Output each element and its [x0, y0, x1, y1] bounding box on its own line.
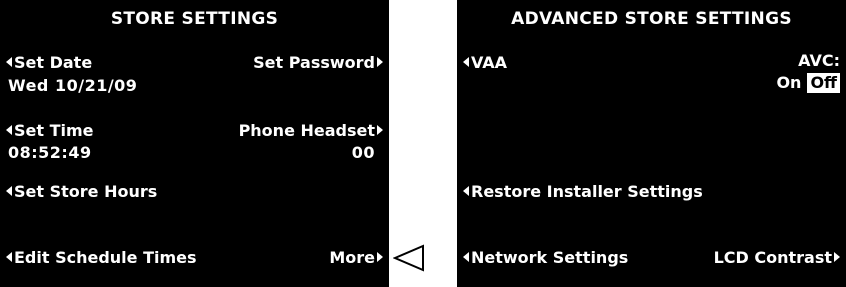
restore-installer-settings-button[interactable]: Restore Installer Settings	[463, 182, 703, 202]
edit-schedule-times-button[interactable]: Edit Schedule Times	[6, 248, 197, 268]
network-settings-button[interactable]: Network Settings	[463, 248, 628, 268]
advanced-store-settings-screen: ADVANCED STORE SETTINGS VAA AVC: On Off R…	[457, 0, 846, 287]
more-button[interactable]: More	[329, 248, 383, 268]
avc-off-option-selected[interactable]: Off	[807, 73, 840, 93]
set-date-value: Wed 10/21/09	[8, 76, 138, 95]
avc-on-option[interactable]: On	[776, 73, 801, 92]
set-date-button[interactable]: Set Date	[6, 53, 92, 73]
store-settings-screen: STORE SETTINGS Set Date Wed 10/21/09 Set…	[0, 0, 389, 287]
set-password-button[interactable]: Set Password	[253, 53, 383, 73]
avc-label: AVC:	[798, 51, 840, 70]
set-time-button[interactable]: Set Time	[6, 121, 94, 141]
lcd-contrast-button[interactable]: LCD Contrast	[714, 248, 840, 268]
vaa-button[interactable]: VAA	[463, 53, 507, 73]
phone-headset-button[interactable]: Phone Headset	[239, 121, 383, 141]
left-pointer-triangle-icon	[393, 244, 424, 272]
screen-title: STORE SETTINGS	[110, 9, 279, 29]
phone-headset-value: 00	[351, 143, 375, 162]
screen-title: ADVANCED STORE SETTINGS	[511, 9, 792, 29]
avc-toggle[interactable]: On Off	[776, 73, 840, 93]
set-time-value: 08:52:49	[8, 143, 92, 162]
set-store-hours-button[interactable]: Set Store Hours	[6, 182, 157, 202]
